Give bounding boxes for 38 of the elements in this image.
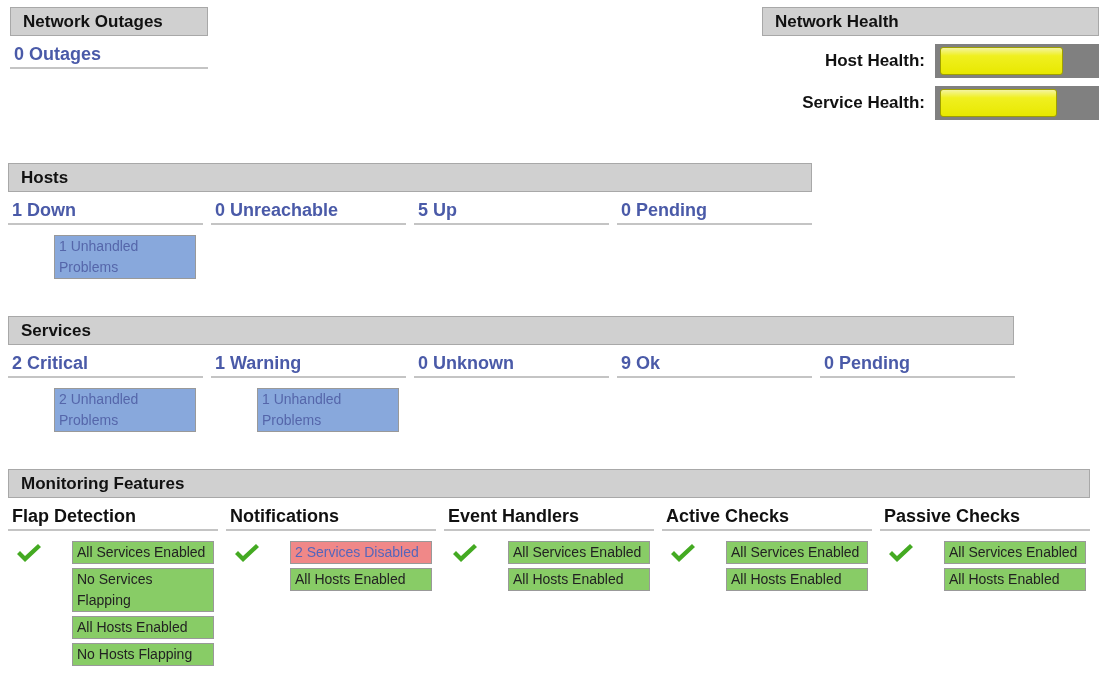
count-link[interactable]: 0 Unknown xyxy=(414,345,609,376)
check-icon xyxy=(452,543,478,563)
status-link[interactable]: All Services Enabled xyxy=(72,541,214,564)
count-link[interactable]: 0 Outages xyxy=(10,36,208,67)
check-icon xyxy=(16,543,42,563)
status-link[interactable]: All Services Enabled xyxy=(944,541,1086,564)
count-link[interactable]: 9 Ok xyxy=(617,345,812,376)
feature-title: Passive Checks xyxy=(883,505,1022,528)
count-link[interactable]: 5 Up xyxy=(414,192,609,223)
feature-title: Flap Detection xyxy=(11,505,137,528)
status-link[interactable]: All Services Enabled xyxy=(508,541,650,564)
section-header: Hosts xyxy=(8,163,812,192)
meter-label: Service Health: xyxy=(802,93,925,113)
count-link[interactable]: 1 Down xyxy=(8,192,203,223)
status-link[interactable]: All Services Enabled xyxy=(726,541,868,564)
status-link[interactable]: All Hosts Enabled xyxy=(508,568,650,591)
status-link[interactable]: No Services Flapping xyxy=(72,568,214,612)
count-link[interactable]: 1 Warning xyxy=(211,345,406,376)
status-link[interactable]: All Hosts Enabled xyxy=(290,568,432,591)
status-link[interactable]: All Hosts Enabled xyxy=(72,616,214,639)
section-header: Services xyxy=(8,316,1014,345)
status-link[interactable]: No Hosts Flapping xyxy=(72,643,214,666)
count-link[interactable]: 0 Pending xyxy=(820,345,1015,376)
section-header: Network Health xyxy=(762,7,1099,36)
section-header: Monitoring Features xyxy=(8,469,1090,498)
feature-title: Event Handlers xyxy=(447,505,581,528)
count-link[interactable]: 0 Unreachable xyxy=(211,192,406,223)
check-icon xyxy=(234,543,260,563)
feature-title: Notifications xyxy=(229,505,340,528)
count-link[interactable]: 2 Critical xyxy=(8,345,203,376)
check-icon xyxy=(888,543,914,563)
section-header: Network Outages xyxy=(10,7,208,36)
check-icon xyxy=(670,543,696,563)
status-link[interactable]: All Hosts Enabled xyxy=(726,568,868,591)
meter-label: Host Health: xyxy=(824,51,925,71)
feature-title: Active Checks xyxy=(665,505,791,528)
status-link[interactable]: All Hosts Enabled xyxy=(944,568,1086,591)
count-link[interactable]: 0 Pending xyxy=(617,192,812,223)
